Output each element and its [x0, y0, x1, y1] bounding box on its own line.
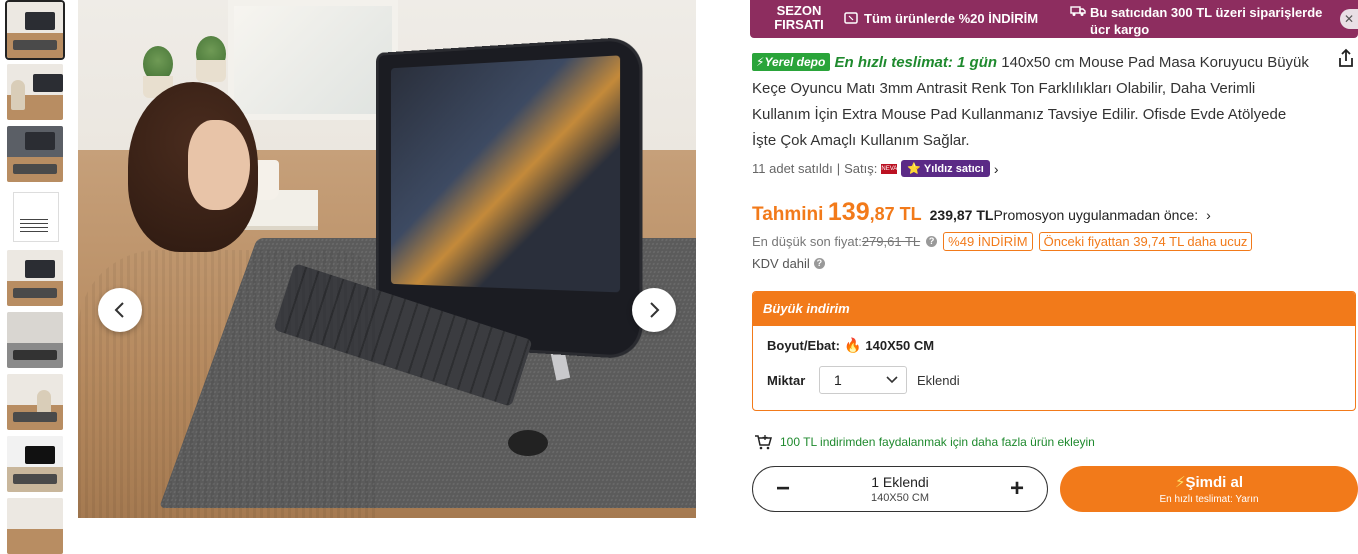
buy-now-label: ⚡Şimdi al — [1060, 473, 1358, 491]
ticket-icon — [844, 12, 858, 24]
size-value[interactable]: 140X50 CM — [865, 338, 934, 353]
local-depot-badge: ⚡Yerel depo — [752, 53, 831, 71]
gallery-next-button[interactable] — [632, 288, 676, 332]
before-promo-label[interactable]: Promosyon uygulanmadan önce: — [993, 207, 1198, 223]
lightning-icon: ⚡ — [1174, 474, 1186, 491]
qty-select[interactable]: 1 — [819, 366, 907, 394]
promo-close-icon[interactable]: ✕ — [1340, 9, 1358, 29]
deal-box: Büyük indirim Boyut/Ebat: 🔥 140X50 CM Mi… — [752, 291, 1356, 411]
price-before-promo: 239,87 TL — [929, 207, 994, 223]
price-row: Tahmini 139,87 TL 239,87 TL Promosyon uyg… — [752, 198, 1211, 227]
seller-label: Satış: — [844, 161, 878, 176]
promo-item-shipping-text: Bu satıcıdan 300 TL üzeri siparişlerde ü… — [1090, 5, 1323, 37]
discount-tag: %49 İNDİRİM — [943, 232, 1033, 251]
cart-add-icon — [755, 435, 772, 450]
thumbnail-2[interactable] — [7, 64, 63, 120]
qty-label: Miktar — [767, 372, 806, 388]
chevron-left-icon — [114, 302, 124, 318]
kdv-text: KDV dahil — [752, 256, 810, 271]
buy-now-button[interactable]: ⚡Şimdi al En hızlı teslimat: Yarın — [1060, 466, 1358, 512]
thumbnail-6[interactable] — [7, 312, 63, 368]
info-icon[interactable]: ? — [813, 258, 825, 269]
promo-bar[interactable]: SEZON FIRSATI Tüm ürünlerde %20 İNDİRİM … — [750, 0, 1358, 38]
thumbnail-1[interactable] — [5, 0, 65, 60]
sold-seller-line: 11 adet satıldı | Satış: NEVA ⭐ Yıldız s… — [752, 160, 999, 177]
plus-button[interactable]: + — [1005, 477, 1029, 501]
stepper-sub: 140X50 CM — [870, 492, 930, 504]
qty-status: Eklendi — [917, 372, 960, 388]
size-row: Boyut/Ebat: 🔥 140X50 CM — [767, 337, 934, 354]
stepper-label: 1 Eklendi 140X50 CM — [871, 474, 929, 504]
buy-now-text: Şimdi al — [1185, 474, 1244, 491]
thumbnail-9[interactable] — [7, 498, 63, 554]
gallery-prev-button[interactable] — [98, 288, 142, 332]
stepper-main: 1 Eklendi — [871, 474, 929, 490]
quantity-stepper: − 1 Eklendi 140X50 CM + — [752, 466, 1048, 512]
star-seller-badge-text: Yıldız satıcı — [923, 163, 984, 175]
thumbnail-4[interactable] — [7, 188, 63, 244]
lowest-price-row: En düşük son fiyat: 279,61 TL ? %49 İNDİR… — [752, 232, 1253, 251]
seller-logo-text: NEVA — [881, 165, 898, 172]
fire-icon: 🔥 — [843, 337, 862, 353]
product-main-image — [78, 0, 696, 518]
info-icon[interactable]: ? — [926, 236, 938, 247]
thumbnail-strip — [0, 0, 70, 554]
cart-note: 100 TL indirimden faydalanmak için daha … — [754, 434, 1095, 450]
lowest-price-value: 279,61 TL — [861, 234, 921, 249]
cart-note-text: 100 TL indirimden faydalanmak için daha … — [780, 435, 1095, 449]
promo-label: SEZON FIRSATI — [760, 4, 838, 36]
promo-label-line1: SEZON — [776, 3, 822, 18]
thumbnail-8[interactable] — [7, 436, 63, 492]
thumbnail-3[interactable] — [7, 126, 63, 182]
price-decimals: ,87 TL — [869, 204, 922, 224]
truck-icon — [1070, 4, 1086, 21]
estimated-label: Tahmini — [752, 204, 824, 225]
fast-delivery-text: En hızlı teslimat: 1 gün — [834, 54, 998, 71]
promo-item-discount[interactable]: Tüm ürünlerde %20 İNDİRİM — [844, 11, 1038, 38]
share-icon[interactable] — [1336, 48, 1356, 68]
lowest-price-label: En düşük son fiyat: — [752, 234, 862, 249]
price-main: 139 — [827, 198, 870, 226]
thumbnail-7[interactable] — [7, 374, 63, 430]
chevron-right-icon[interactable]: › — [994, 161, 999, 177]
star-seller-badge[interactable]: ⭐ Yıldız satıcı — [901, 160, 990, 177]
kdv-line: KDV dahil ? — [752, 256, 825, 271]
sold-count: 11 adet satıldı — [752, 161, 833, 176]
minus-button[interactable]: − — [771, 477, 795, 501]
local-depot-badge-text: Yerel depo — [764, 55, 826, 69]
chevron-right-icon[interactable]: › — [1206, 207, 1211, 223]
chevron-right-icon — [650, 302, 660, 318]
seller-logo[interactable]: NEVA — [881, 163, 898, 174]
separator: | — [836, 161, 841, 176]
product-title: ⚡Yerel depo En hızlı teslimat: 1 gün 140… — [752, 50, 1312, 154]
thumbnail-5[interactable] — [7, 250, 63, 306]
promo-item-discount-text: Tüm ürünlerde %20 İNDİRİM — [864, 11, 1039, 26]
qty-value: 1 — [834, 372, 842, 388]
promo-label-line2: FIRSATI — [774, 17, 824, 32]
buy-now-sub: En hızlı teslimat: Yarın — [1159, 494, 1259, 505]
promo-item-shipping[interactable]: Bu satıcıdan 300 TL üzeri siparişlerde ü… — [1070, 4, 1345, 38]
chevron-down-icon — [886, 376, 898, 384]
deal-header: Büyük indirim — [753, 292, 1355, 326]
size-label: Boyut/Ebat: — [767, 338, 840, 353]
cheaper-tag: Önceki fiyattan 39,74 TL daha ucuz — [1038, 232, 1253, 251]
qty-row: Miktar 1 Eklendi — [767, 366, 960, 394]
product-info-panel: SEZON FIRSATI Tüm ürünlerde %20 İNDİRİM … — [750, 0, 1358, 518]
